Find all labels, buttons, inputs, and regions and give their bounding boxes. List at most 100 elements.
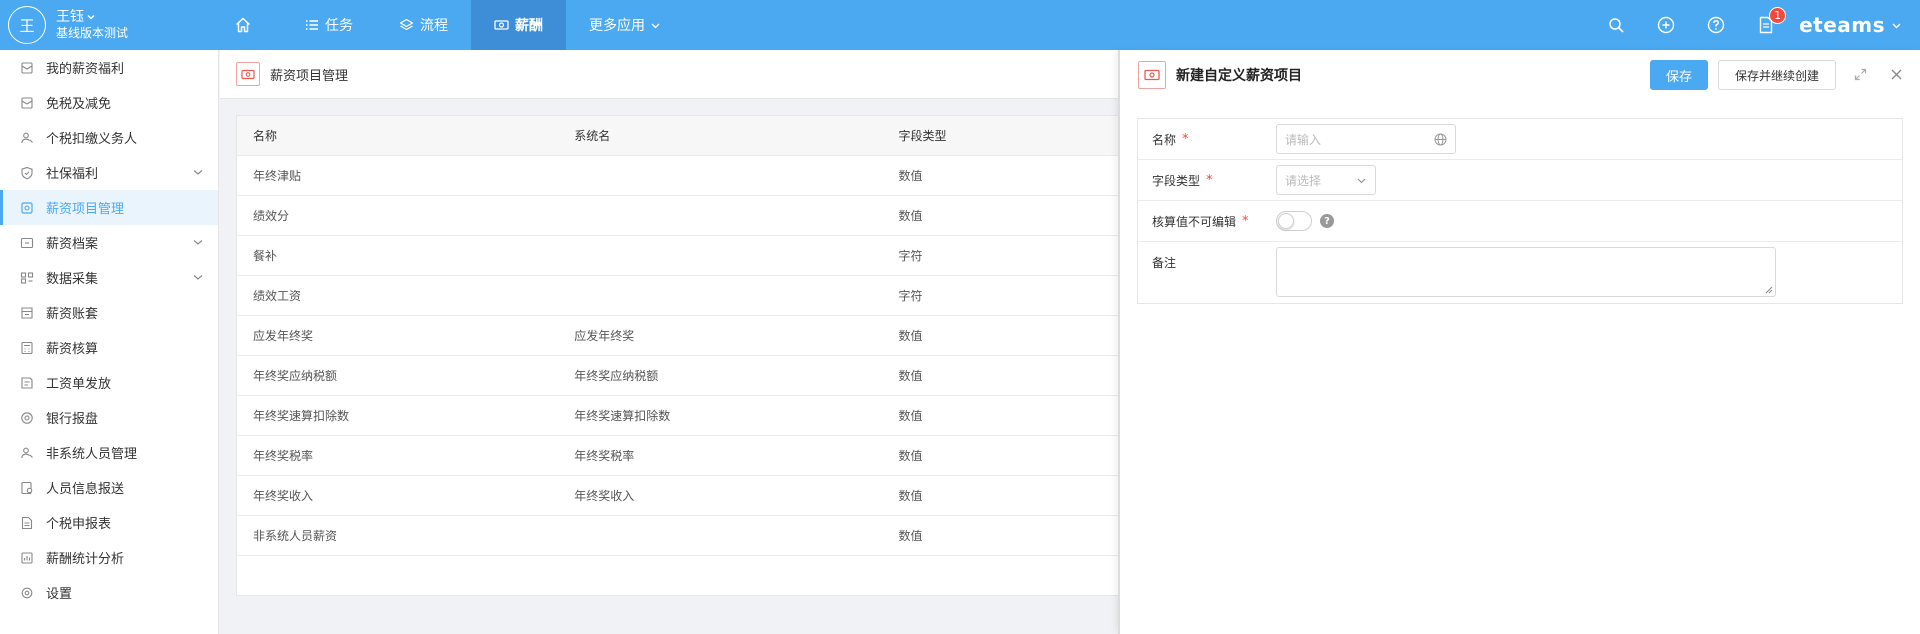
- table-row[interactable]: 年终奖速算扣除数 年终奖速算扣除数 数值: [237, 396, 1119, 436]
- add-button[interactable]: [1641, 0, 1691, 50]
- sidebar-item[interactable]: 免税及减免: [0, 85, 218, 120]
- top-right-tools: 1 eteams: [1591, 0, 1920, 50]
- table-row[interactable]: 餐补 字符: [237, 236, 1119, 276]
- cell-name: 非系统人员薪资: [253, 529, 338, 543]
- cell-name: 应发年终奖: [253, 329, 314, 343]
- form-row-field-type: 字段类型 * 请选择: [1138, 160, 1902, 201]
- sidebar-item-label: 薪资核算: [46, 342, 99, 357]
- sidebar-item[interactable]: 个税申报表: [0, 505, 218, 540]
- notifications-button[interactable]: 1: [1741, 0, 1791, 50]
- sidebar-item[interactable]: 非系统人员管理: [0, 435, 218, 470]
- expand-icon[interactable]: [1854, 68, 1867, 81]
- brand-logo[interactable]: eteams: [1799, 13, 1885, 37]
- sidebar-item[interactable]: 薪资核算: [0, 330, 218, 365]
- remark-label: 备注: [1152, 256, 1177, 270]
- sidebar-item[interactable]: 薪资项目管理: [0, 190, 218, 225]
- cell-system-name: 年终奖收入: [574, 489, 635, 503]
- salary-item-form: 名称 * 请输入 字段类型 * 请选择 核算值不可编辑 * ? 备注: [1137, 118, 1903, 304]
- top-bar: 王 王钰 基线版本测试 任务 流程 薪酬 更多应用 1 eteams: [0, 0, 1920, 50]
- sidebar-item[interactable]: 个税扣缴义务人: [0, 120, 218, 155]
- sidebar-item[interactable]: 设置: [0, 575, 218, 610]
- required-mark: *: [1242, 213, 1249, 229]
- doc-icon: [20, 516, 34, 530]
- chevron-down-icon[interactable]: [192, 236, 204, 252]
- column-header-name[interactable]: 名称: [237, 127, 558, 144]
- name-input-placeholder: 请输入: [1285, 132, 1322, 147]
- sidebar-item[interactable]: 人员信息报送: [0, 470, 218, 505]
- resize-handle-icon[interactable]: [1765, 286, 1773, 294]
- form-row-noneditable: 核算值不可编辑 * ?: [1138, 201, 1902, 242]
- nav-tasks[interactable]: 任务: [282, 0, 376, 50]
- remark-textarea[interactable]: [1276, 247, 1776, 297]
- save-button[interactable]: 保存: [1650, 60, 1708, 90]
- table-row[interactable]: 绩效分 数值: [237, 196, 1119, 236]
- sidebar-item[interactable]: 工资单发放: [0, 365, 218, 400]
- close-icon[interactable]: [1890, 68, 1903, 81]
- sidebar-item[interactable]: 薪资档案: [0, 225, 218, 260]
- nav-more-apps[interactable]: 更多应用: [566, 0, 690, 50]
- sidebar-item-label: 设置: [46, 587, 73, 602]
- list-icon: [306, 20, 318, 30]
- cell-field-type: 数值: [898, 449, 923, 463]
- page-title: 薪资项目管理: [270, 68, 349, 84]
- nav-home[interactable]: [220, 0, 282, 50]
- salary-item-table: 名称 系统名 字段类型 年终津贴 数值 绩效分 数值 餐补 字符 绩效工资 字符 应发年终奖 应发…: [236, 115, 1120, 596]
- sidebar-item-label: 人员信息报送: [46, 482, 125, 497]
- user-menu[interactable]: 王 王钰 基线版本测试: [8, 6, 128, 44]
- help-icon[interactable]: ?: [1320, 214, 1334, 228]
- column-header-field-type[interactable]: 字段类型: [883, 127, 1119, 144]
- save-and-continue-button[interactable]: 保存并继续创建: [1718, 60, 1836, 90]
- search-button[interactable]: [1591, 0, 1641, 50]
- sidebar-item-label: 薪资项目管理: [46, 202, 125, 217]
- sidebar-item[interactable]: 数据采集: [0, 260, 218, 295]
- cell-system-name: 应发年终奖: [574, 329, 635, 343]
- table-row[interactable]: 年终津贴 数值: [237, 156, 1119, 196]
- help-button[interactable]: [1691, 0, 1741, 50]
- cell-field-type: 数值: [898, 489, 923, 503]
- table-row[interactable]: 应发年终奖 应发年终奖 数值: [237, 316, 1119, 356]
- cell-name: 绩效工资: [253, 289, 302, 303]
- sidebar-item[interactable]: 我的薪资福利: [0, 50, 218, 85]
- name-input[interactable]: 请输入: [1276, 124, 1456, 154]
- globe-icon[interactable]: [1434, 133, 1447, 146]
- chevron-down-icon[interactable]: [192, 166, 204, 182]
- salary-item-icon: [20, 201, 34, 215]
- chevron-down-icon[interactable]: [192, 271, 204, 287]
- cell-name: 绩效分: [253, 209, 290, 223]
- sidebar-item-label: 个税申报表: [46, 517, 112, 532]
- form-row-name: 名称 * 请输入: [1138, 119, 1902, 160]
- avatar[interactable]: 王: [8, 6, 46, 44]
- noneditable-label: 核算值不可编辑: [1152, 214, 1237, 229]
- sidebar-item[interactable]: 薪资账套: [0, 295, 218, 330]
- noneditable-toggle[interactable]: [1276, 211, 1312, 231]
- nav-salary[interactable]: 薪酬: [471, 0, 566, 50]
- cell-field-type: 数值: [898, 169, 923, 183]
- field-type-select[interactable]: 请选择: [1276, 165, 1376, 195]
- data-collect-icon: [20, 271, 34, 285]
- table-row[interactable]: 绩效工资 字符: [237, 276, 1119, 316]
- nav-tasks-label: 任务: [325, 18, 353, 34]
- table-row[interactable]: 非系统人员薪资 数值: [237, 516, 1119, 556]
- sidebar-item[interactable]: 社保福利: [0, 155, 218, 190]
- sidebar-item-label: 免税及减免: [46, 97, 112, 112]
- nav-more-apps-label: 更多应用: [589, 18, 645, 34]
- cell-name: 餐补: [253, 249, 278, 263]
- table-row[interactable]: 年终奖税率 年终奖税率 数值: [237, 436, 1119, 476]
- cell-field-type: 数值: [898, 329, 923, 343]
- chevron-down-icon[interactable]: [1891, 20, 1902, 31]
- table-header: 名称 系统名 字段类型: [237, 116, 1119, 156]
- chevron-down-icon: [87, 15, 95, 20]
- home-icon: [235, 17, 251, 33]
- table-row[interactable]: 年终奖应纳税额 年终奖应纳税额 数值: [237, 356, 1119, 396]
- cell-field-type: 字符: [898, 289, 923, 303]
- sidebar-item[interactable]: 薪酬统计分析: [0, 540, 218, 575]
- nav-workflow[interactable]: 流程: [376, 0, 471, 50]
- required-mark: *: [1182, 131, 1189, 147]
- column-header-system-name[interactable]: 系统名: [558, 127, 882, 144]
- table-row[interactable]: 年终奖收入 年终奖收入 数值: [237, 476, 1119, 516]
- sidebar-item-label: 薪资账套: [46, 307, 99, 322]
- sidebar-item[interactable]: 银行报盘: [0, 400, 218, 435]
- toggle-knob: [1278, 213, 1294, 229]
- sidebar-item-label: 数据采集: [46, 272, 99, 287]
- cell-name: 年终奖速算扣除数: [253, 409, 350, 423]
